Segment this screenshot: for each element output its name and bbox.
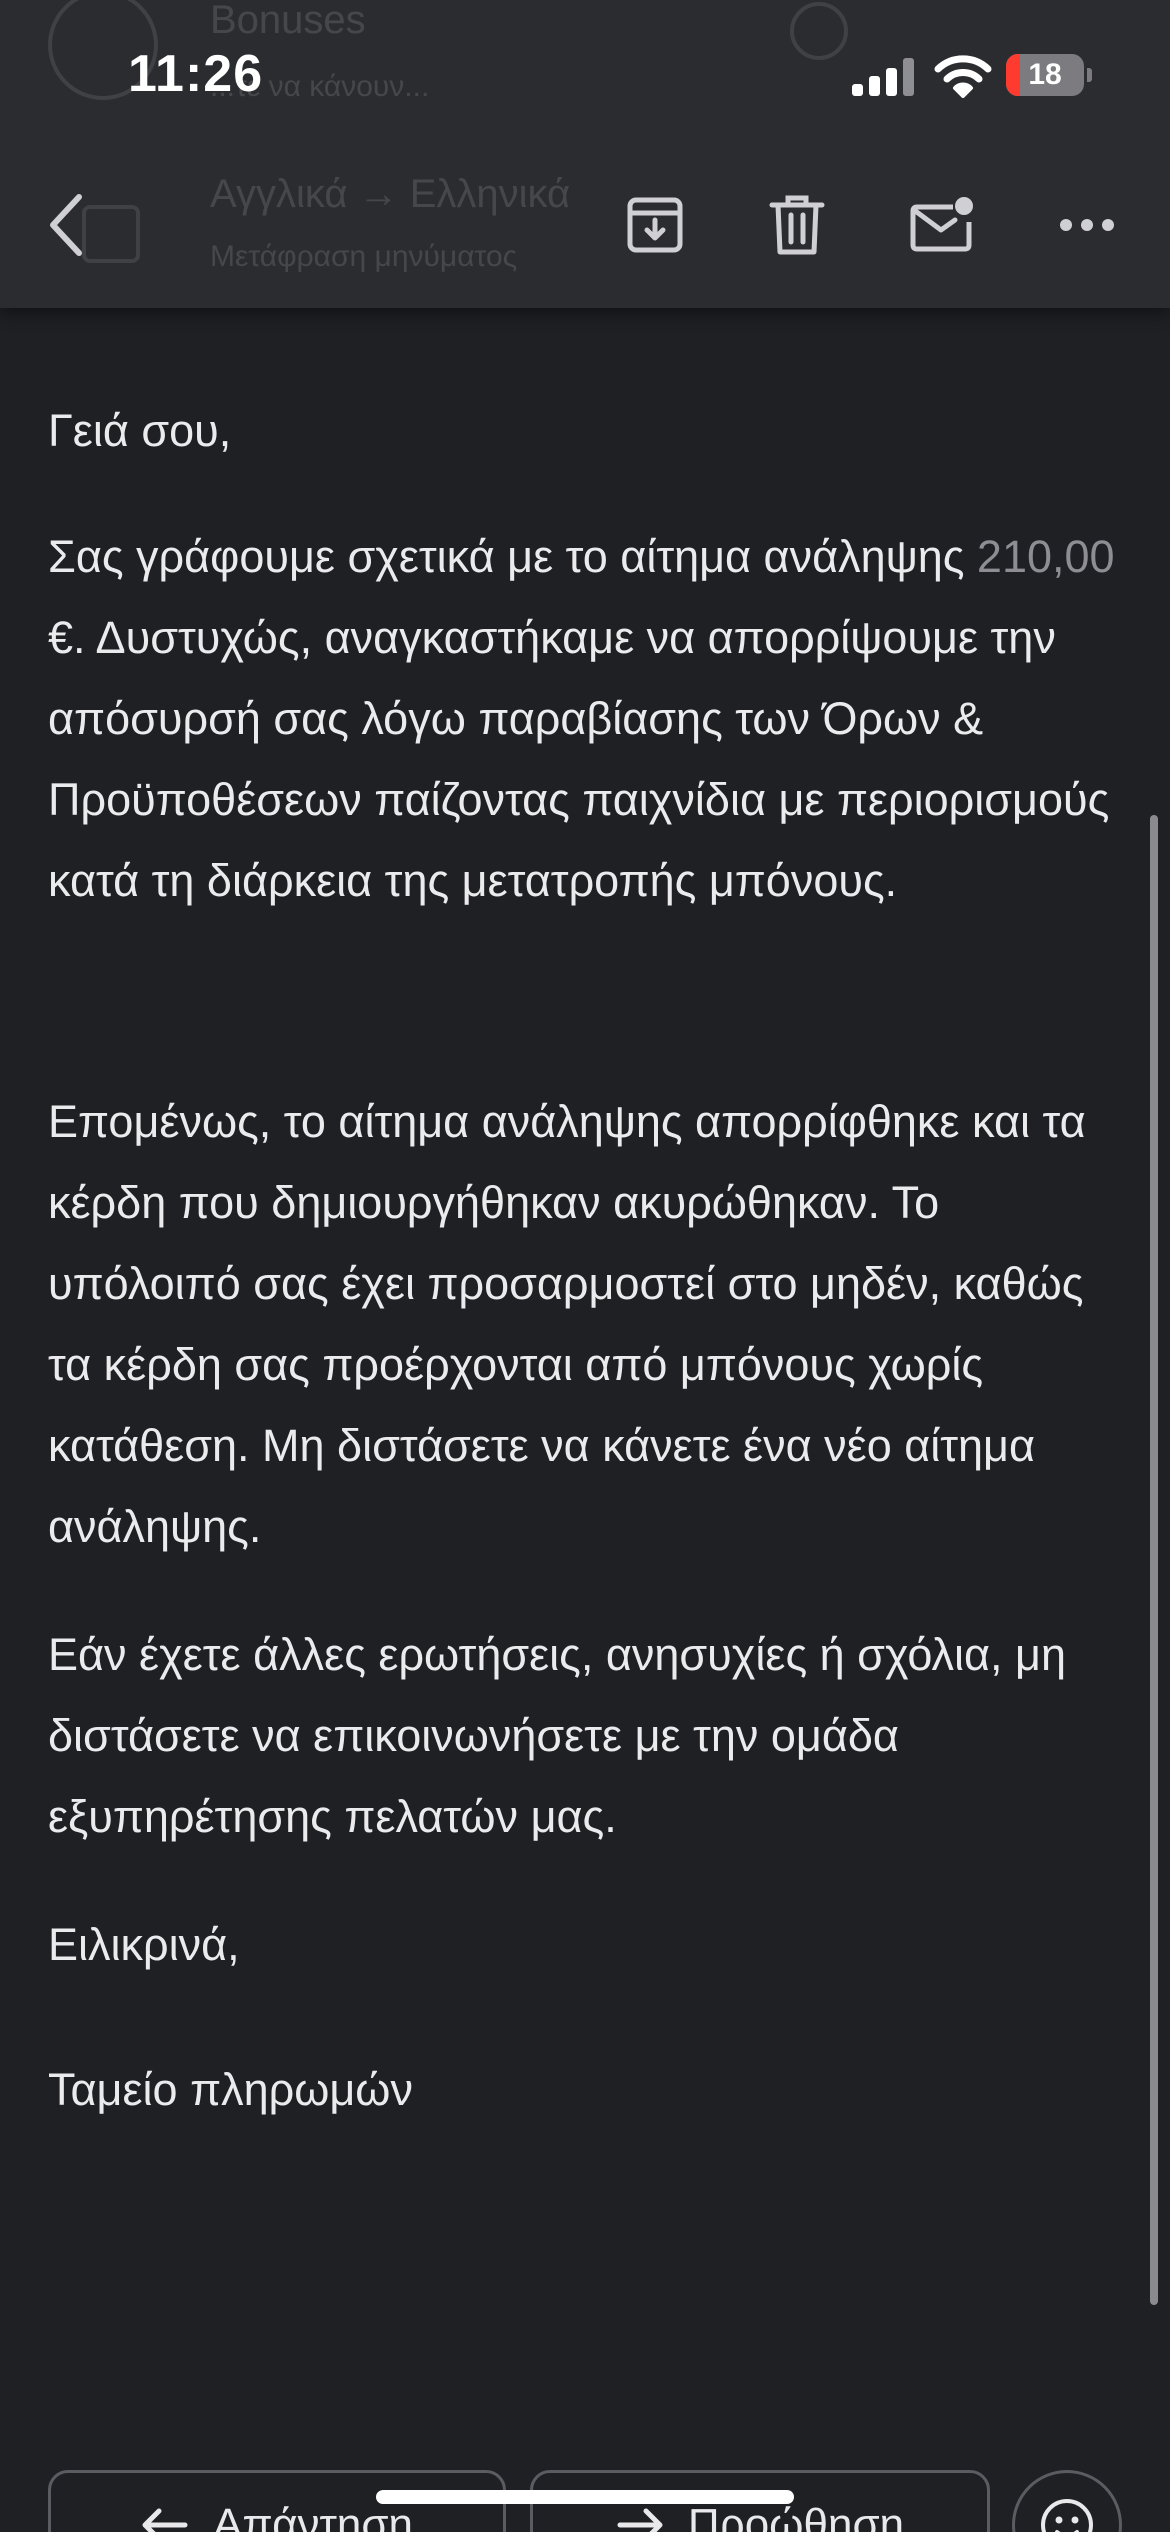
delete-button[interactable] — [762, 170, 832, 280]
top-header: Bonuses ...τε να κάνουν... Αγγλικά → Ελλ… — [0, 0, 1170, 308]
status-time: 11:26 — [128, 45, 264, 103]
chevron-left-icon — [50, 194, 82, 256]
reply-label: Απάντηση — [213, 2500, 413, 2532]
email-toolbar — [0, 170, 1170, 280]
emoji-icon — [1041, 2499, 1093, 2532]
email-closing: Ειλικρινά, — [48, 1919, 240, 1970]
battery-level: 18 — [1028, 58, 1062, 91]
scrollbar[interactable] — [1150, 815, 1158, 2305]
back-button[interactable] — [30, 170, 100, 280]
email-paragraph: Επομένως, το αίτημα ανάληψης απορρίφθηκε… — [48, 1096, 1086, 1552]
more-icon — [1060, 219, 1114, 231]
email-greeting: Γειά σου, — [48, 405, 232, 456]
email-body: Γειά σου, Σας γράφουμε σχετικά με το αίτ… — [48, 390, 1118, 2130]
email-reader-screen: Bonuses ...τε να κάνουν... Αγγλικά → Ελλ… — [0, 0, 1170, 2532]
paragraph-text: Σας γράφουμε σχετικά με το αίτημα ανάληψ… — [48, 531, 977, 582]
withdrawal-amount: 210,00 — [976, 531, 1115, 582]
email-signature: Ταμείο πληρωμών — [48, 2064, 413, 2115]
archive-button[interactable] — [620, 170, 690, 280]
reaction-button[interactable] — [1012, 2470, 1122, 2532]
wifi-icon — [934, 52, 992, 98]
more-button[interactable] — [1052, 170, 1122, 280]
paragraph-text: €. Δυστυχώς, αναγκαστήκαμε να απορρίψουμ… — [48, 612, 1110, 906]
email-paragraph: Σας γράφουμε σχετικά με το αίτημα ανάληψ… — [48, 516, 1118, 921]
home-indicator[interactable] — [376, 2490, 794, 2504]
mark-unread-button[interactable] — [904, 170, 980, 280]
battery-icon: 18 — [1006, 54, 1092, 96]
archive-icon — [627, 197, 683, 253]
trash-icon — [769, 195, 825, 255]
cellular-signal-icon — [852, 58, 914, 96]
reply-icon — [142, 2508, 188, 2532]
forward-label: Προώθηση — [687, 2500, 905, 2532]
forward-icon — [617, 2508, 663, 2532]
status-bar: 11:26 18 — [0, 0, 1170, 150]
mail-unread-icon — [910, 197, 973, 252]
email-paragraph: Εάν έχετε άλλες ερωτήσεις, ανησυχίες ή σ… — [48, 1629, 1067, 1842]
